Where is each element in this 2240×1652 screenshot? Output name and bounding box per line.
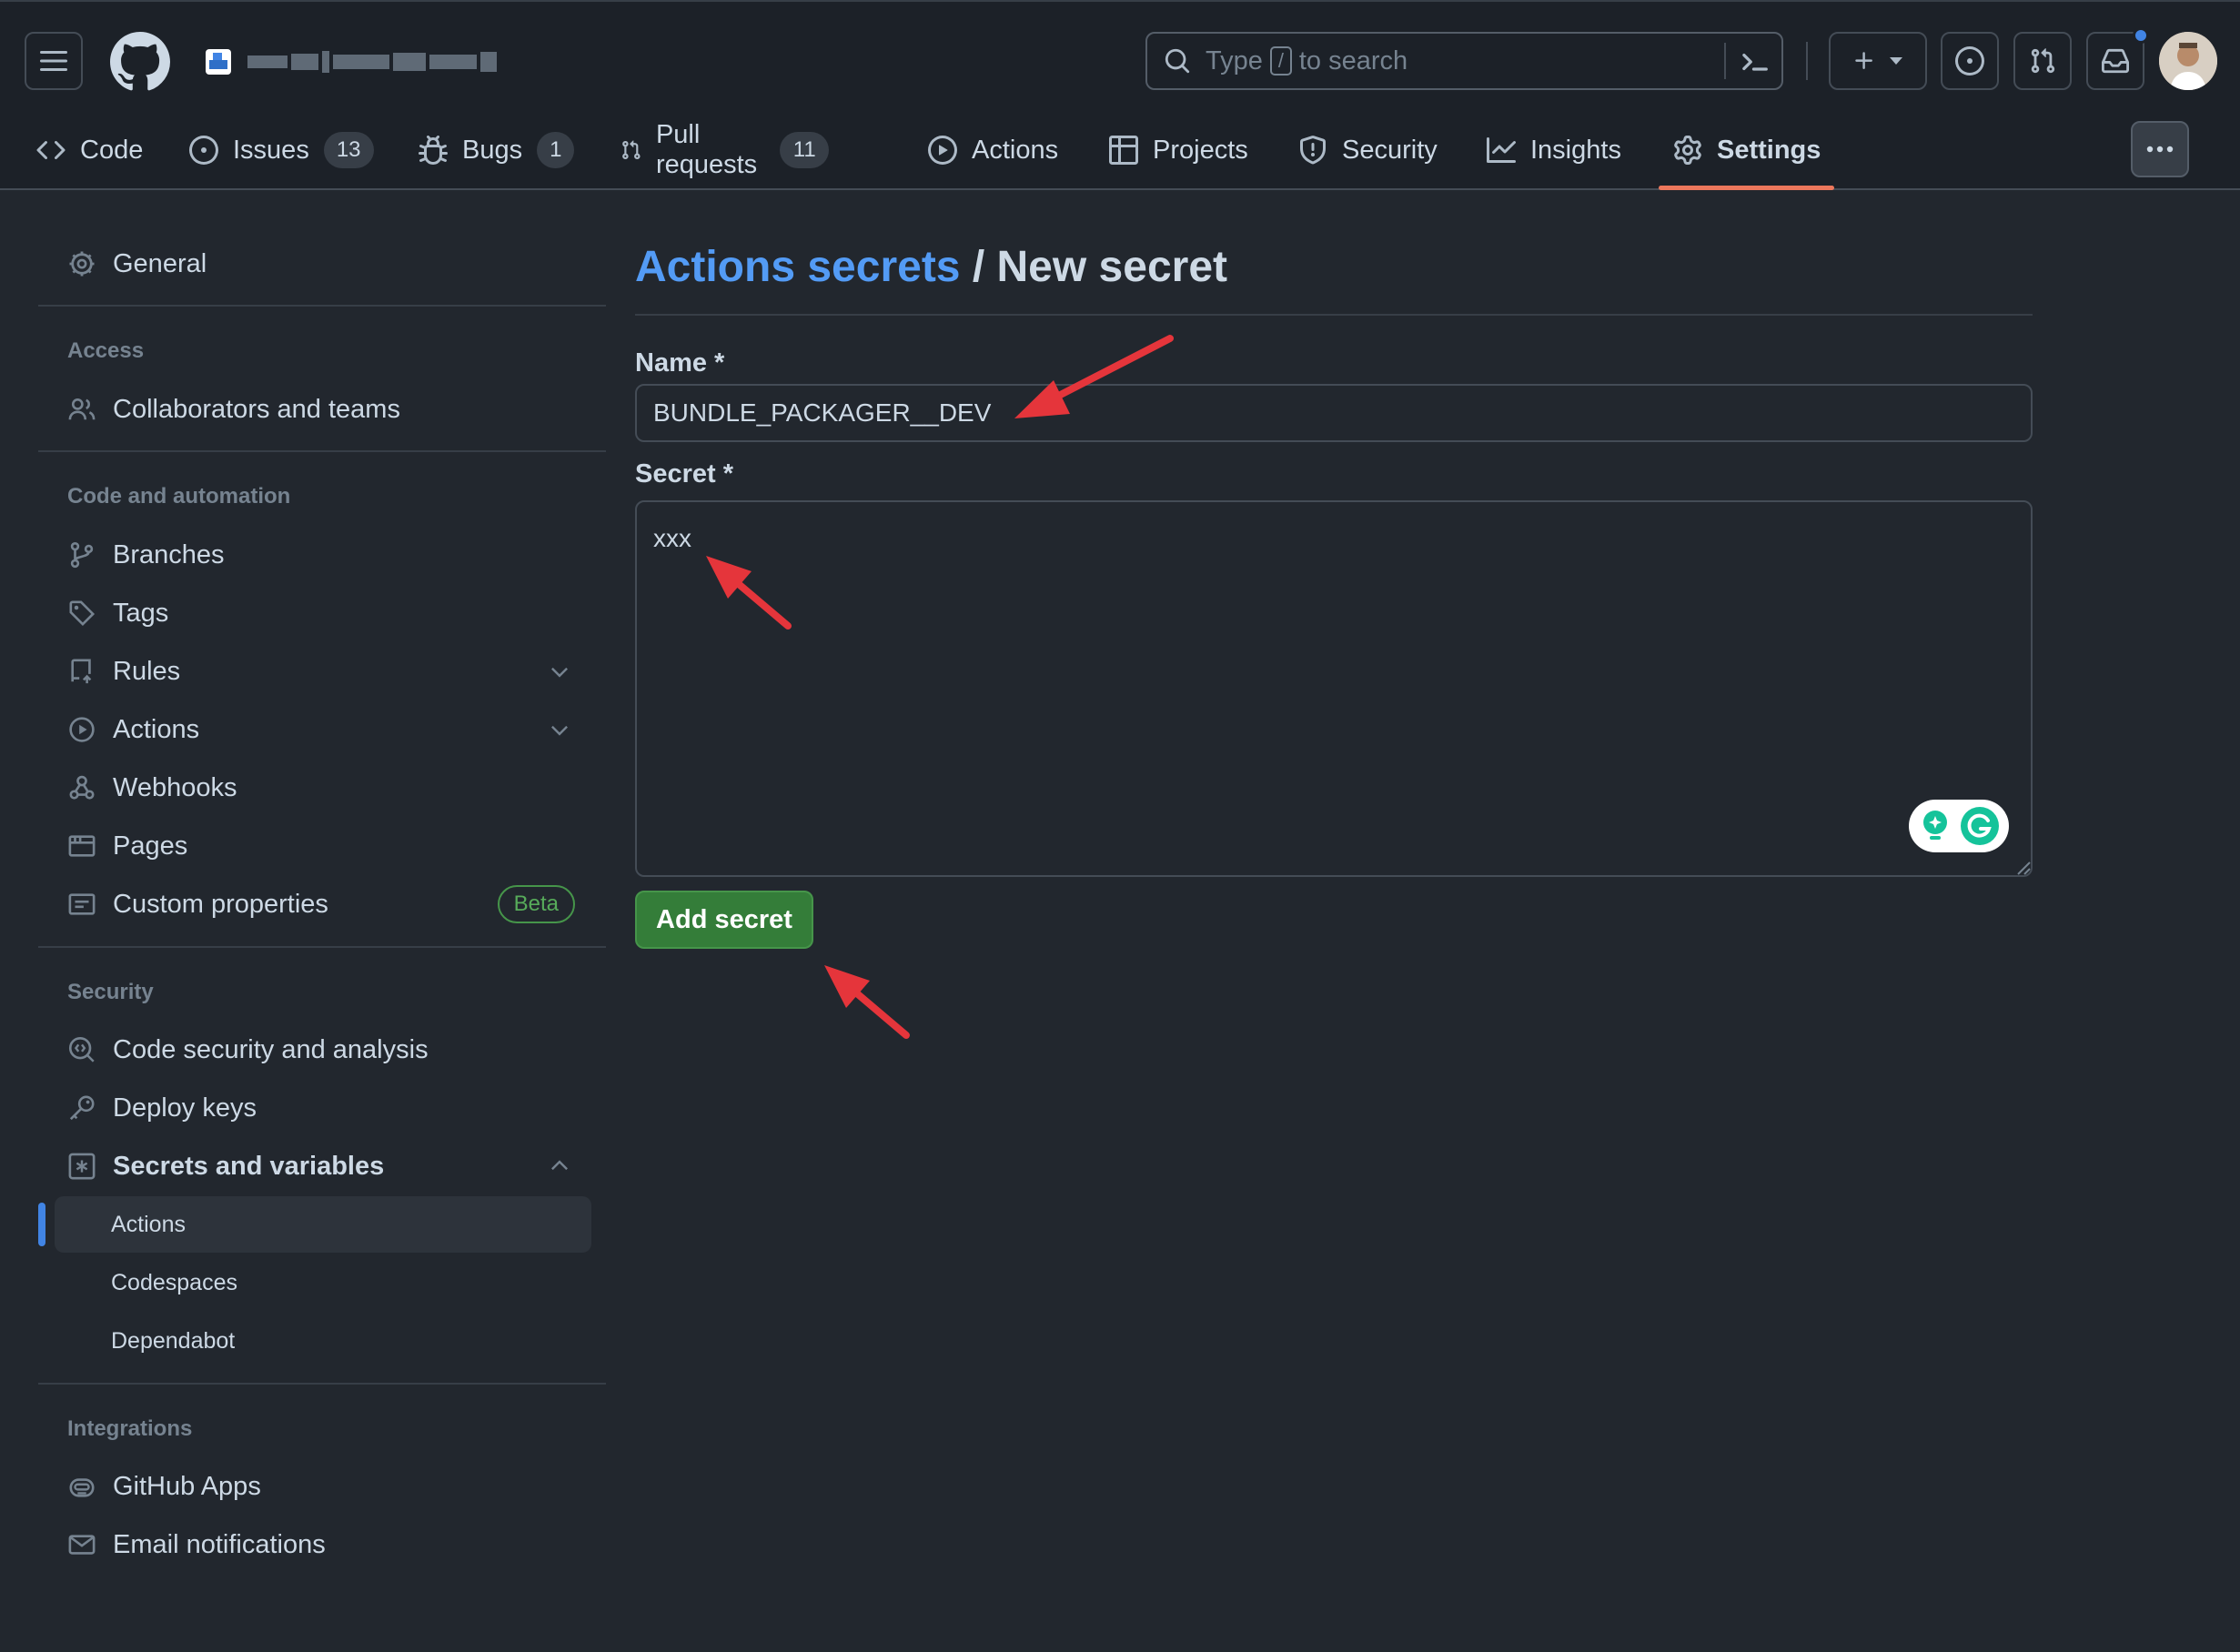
arrow-to-secret-value bbox=[706, 556, 792, 630]
arrow-to-add-secret-button bbox=[824, 965, 910, 1039]
annotation-arrows bbox=[706, 335, 1174, 1039]
arrow-to-name-field bbox=[1014, 335, 1174, 418]
